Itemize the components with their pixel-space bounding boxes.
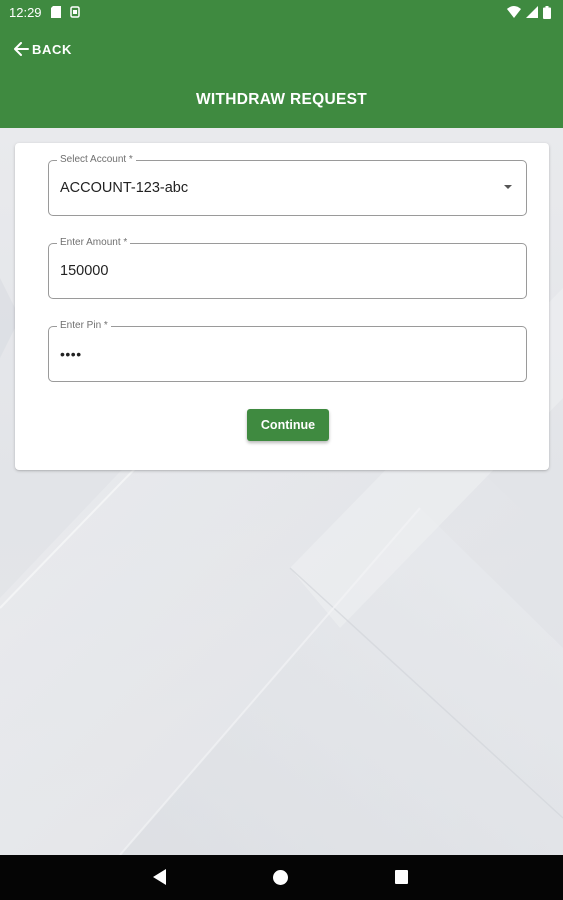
pin-input[interactable]: Enter Pin * ••••: [48, 320, 527, 382]
storage-icon: [69, 6, 80, 18]
continue-button[interactable]: Continue: [247, 409, 329, 441]
status-time: 12:29: [9, 4, 42, 20]
amount-input[interactable]: Enter Amount * 150000: [48, 237, 527, 299]
circle-home-icon[interactable]: [273, 870, 288, 885]
withdraw-form-card: Select Account * ACCOUNT-123-abc Enter A…: [15, 143, 549, 470]
wifi-icon: [507, 6, 521, 18]
arrow-left-icon: [14, 42, 29, 56]
caret-down-icon[interactable]: [504, 185, 512, 189]
battery-icon: [543, 5, 551, 19]
triangle-back-icon[interactable]: [153, 869, 166, 885]
back-label: BACK: [32, 41, 72, 57]
sd-card-icon: [50, 6, 61, 18]
account-select-value: ACCOUNT-123-abc: [60, 180, 189, 196]
amount-input-value[interactable]: 150000: [60, 244, 108, 298]
app-header: 12:29 BACK WITHDRAW REQUEST: [0, 0, 563, 128]
pin-input-value[interactable]: ••••: [60, 327, 82, 381]
page-title: WITHDRAW REQUEST: [196, 91, 367, 108]
account-select[interactable]: Select Account * ACCOUNT-123-abc: [48, 154, 527, 216]
system-nav-bar: [0, 855, 563, 900]
signal-icon: [526, 6, 538, 18]
square-recents-icon[interactable]: [395, 870, 408, 884]
back-button[interactable]: BACK: [14, 38, 72, 60]
status-bar: 12:29: [0, 0, 563, 24]
